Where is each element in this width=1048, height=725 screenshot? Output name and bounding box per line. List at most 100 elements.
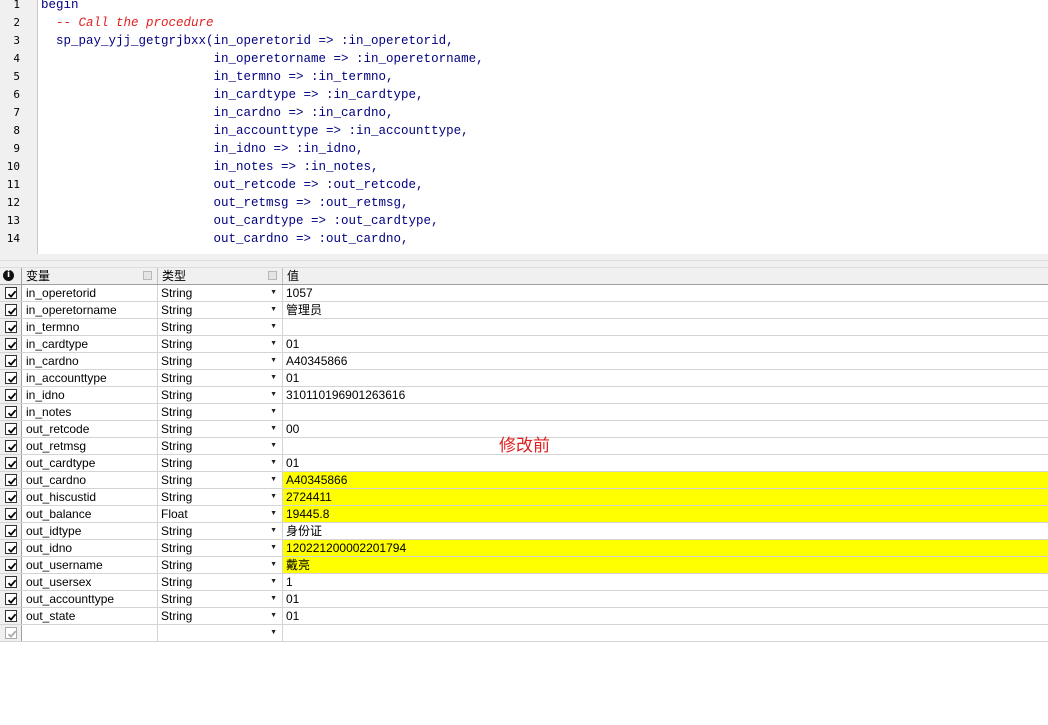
variable-type-select[interactable]: String ▼ — [158, 438, 283, 454]
table-row[interactable]: out_cardtype String ▼ 01 — [0, 455, 1048, 472]
variable-type-select[interactable]: String ▼ — [158, 540, 283, 556]
variable-type-select[interactable]: String ▼ — [158, 353, 283, 369]
variable-name-cell[interactable]: in_operetorname — [22, 302, 158, 318]
table-row[interactable]: out_idtype String ▼ 身份证 — [0, 523, 1048, 540]
variable-type-select[interactable]: String ▼ — [158, 557, 283, 573]
variable-name-cell[interactable]: out_state — [22, 608, 158, 624]
table-row[interactable]: out_username String ▼ 戴亮 — [0, 557, 1048, 574]
dropdown-arrow-icon[interactable]: ▼ — [270, 540, 277, 556]
variable-type-select[interactable]: String ▼ — [158, 370, 283, 386]
pane-splitter[interactable] — [0, 260, 1048, 268]
variable-name-cell[interactable]: out_cardno — [22, 472, 158, 488]
row-checkbox[interactable] — [5, 287, 17, 299]
code-line[interactable]: in_operetorname => :in_operetorname, — [41, 50, 484, 68]
variable-type-select[interactable]: String ▼ — [158, 404, 283, 420]
variable-type-select[interactable]: String ▼ — [158, 591, 283, 607]
variable-type-select[interactable]: String ▼ — [158, 574, 283, 590]
row-checkbox[interactable] — [5, 457, 17, 469]
variable-value-field[interactable]: 01 — [283, 336, 1048, 352]
table-row[interactable]: in_termno String ▼ — [0, 319, 1048, 336]
table-row[interactable]: out_cardno String ▼ A40345866 — [0, 472, 1048, 489]
code-line[interactable]: in_notes => :in_notes, — [41, 158, 379, 176]
variable-value-field[interactable]: 身份证 — [283, 523, 1048, 539]
row-checkbox[interactable] — [5, 440, 17, 452]
table-row[interactable]: in_operetorname String ▼ 管理员 — [0, 302, 1048, 319]
variable-value-field[interactable]: 01 — [283, 591, 1048, 607]
variable-value-field[interactable]: A40345866 — [283, 353, 1048, 369]
row-checkbox[interactable] — [5, 321, 17, 333]
variable-name-cell[interactable]: in_cardtype — [22, 336, 158, 352]
variable-value-field[interactable] — [283, 319, 1048, 335]
variable-name-cell[interactable]: in_cardno — [22, 353, 158, 369]
column-header-variable[interactable]: 变量 — [22, 268, 158, 284]
row-checkbox[interactable] — [5, 389, 17, 401]
variable-type-select[interactable]: String ▼ — [158, 523, 283, 539]
variable-name-cell[interactable]: out_balance — [22, 506, 158, 522]
variable-name-cell[interactable]: out_retcode — [22, 421, 158, 437]
variable-type-select[interactable]: Float ▼ — [158, 506, 283, 522]
table-row[interactable]: out_state String ▼ 01 — [0, 608, 1048, 625]
table-row[interactable]: in_notes String ▼ — [0, 404, 1048, 421]
variable-name-cell[interactable]: in_idno — [22, 387, 158, 403]
code-line[interactable]: in_termno => :in_termno, — [41, 68, 394, 86]
row-checkbox[interactable] — [5, 627, 17, 639]
variable-name-cell[interactable]: out_idno — [22, 540, 158, 556]
row-checkbox[interactable] — [5, 474, 17, 486]
variable-type-select[interactable]: String ▼ — [158, 319, 283, 335]
variable-name-cell[interactable]: in_termno — [22, 319, 158, 335]
dropdown-arrow-icon[interactable]: ▼ — [270, 625, 277, 641]
code-line[interactable]: in_cardno => :in_cardno, — [41, 104, 394, 122]
code-line[interactable]: out_retcode => :out_retcode, — [41, 176, 424, 194]
variable-name-cell[interactable]: out_username — [22, 557, 158, 573]
table-row[interactable]: in_cardtype String ▼ 01 — [0, 336, 1048, 353]
table-row[interactable]: in_idno String ▼ 310110196901263616 — [0, 387, 1048, 404]
code-area[interactable]: begin -- Call the procedure sp_pay_yjj_g… — [41, 0, 1048, 254]
dropdown-arrow-icon[interactable]: ▼ — [270, 557, 277, 573]
table-row[interactable]: out_idno String ▼ 120221200002201794 — [0, 540, 1048, 557]
dropdown-arrow-icon[interactable]: ▼ — [270, 455, 277, 471]
variable-name-cell[interactable]: out_hiscustid — [22, 489, 158, 505]
dropdown-arrow-icon[interactable]: ▼ — [270, 404, 277, 420]
column-header-value[interactable]: 值 — [283, 268, 1048, 284]
table-row[interactable]: in_cardno String ▼ A40345866 — [0, 353, 1048, 370]
row-checkbox[interactable] — [5, 338, 17, 350]
row-checkbox[interactable] — [5, 559, 17, 571]
variable-type-select[interactable]: String ▼ — [158, 421, 283, 437]
sort-handle-icon[interactable] — [268, 271, 277, 280]
dropdown-arrow-icon[interactable]: ▼ — [270, 336, 277, 352]
variable-name-cell[interactable]: out_retmsg — [22, 438, 158, 454]
variable-type-select[interactable]: String ▼ — [158, 285, 283, 301]
variable-name-cell[interactable] — [22, 625, 158, 641]
table-row[interactable]: out_usersex String ▼ 1 — [0, 574, 1048, 591]
code-line[interactable]: in_idno => :in_idno, — [41, 140, 364, 158]
row-checkbox[interactable] — [5, 525, 17, 537]
row-checkbox[interactable] — [5, 593, 17, 605]
row-checkbox[interactable] — [5, 372, 17, 384]
dropdown-arrow-icon[interactable]: ▼ — [270, 302, 277, 318]
variable-value-field[interactable]: 01 — [283, 608, 1048, 624]
variable-value-field[interactable]: A40345866 — [283, 472, 1048, 488]
dropdown-arrow-icon[interactable]: ▼ — [270, 353, 277, 369]
row-checkbox[interactable] — [5, 610, 17, 622]
sql-editor[interactable]: 1 2 3 4 5 6 7 8 9 10 11 12 13 14 begin -- Call the pr… — [0, 0, 1048, 254]
variable-value-field[interactable]: 戴亮 — [283, 557, 1048, 573]
code-line[interactable]: begin — [41, 0, 79, 14]
code-line[interactable]: sp_pay_yjj_getgrjbxx(in_operetorid => :i… — [41, 32, 454, 50]
variable-value-field[interactable]: 2724411 — [283, 489, 1048, 505]
dropdown-arrow-icon[interactable]: ▼ — [270, 608, 277, 624]
row-checkbox[interactable] — [5, 491, 17, 503]
dropdown-arrow-icon[interactable]: ▼ — [270, 472, 277, 488]
row-checkbox[interactable] — [5, 423, 17, 435]
dropdown-arrow-icon[interactable]: ▼ — [270, 523, 277, 539]
variable-value-field[interactable]: 01 — [283, 455, 1048, 471]
dropdown-arrow-icon[interactable]: ▼ — [270, 574, 277, 590]
dropdown-arrow-icon[interactable]: ▼ — [270, 319, 277, 335]
table-row[interactable]: out_accounttype String ▼ 01 — [0, 591, 1048, 608]
dropdown-arrow-icon[interactable]: ▼ — [270, 438, 277, 454]
dropdown-arrow-icon[interactable]: ▼ — [270, 285, 277, 301]
dropdown-arrow-icon[interactable]: ▼ — [270, 591, 277, 607]
code-line[interactable]: in_cardtype => :in_cardtype, — [41, 86, 424, 104]
variable-value-field[interactable]: 1 — [283, 574, 1048, 590]
variable-type-select[interactable]: String ▼ — [158, 455, 283, 471]
variable-name-cell[interactable]: out_accounttype — [22, 591, 158, 607]
